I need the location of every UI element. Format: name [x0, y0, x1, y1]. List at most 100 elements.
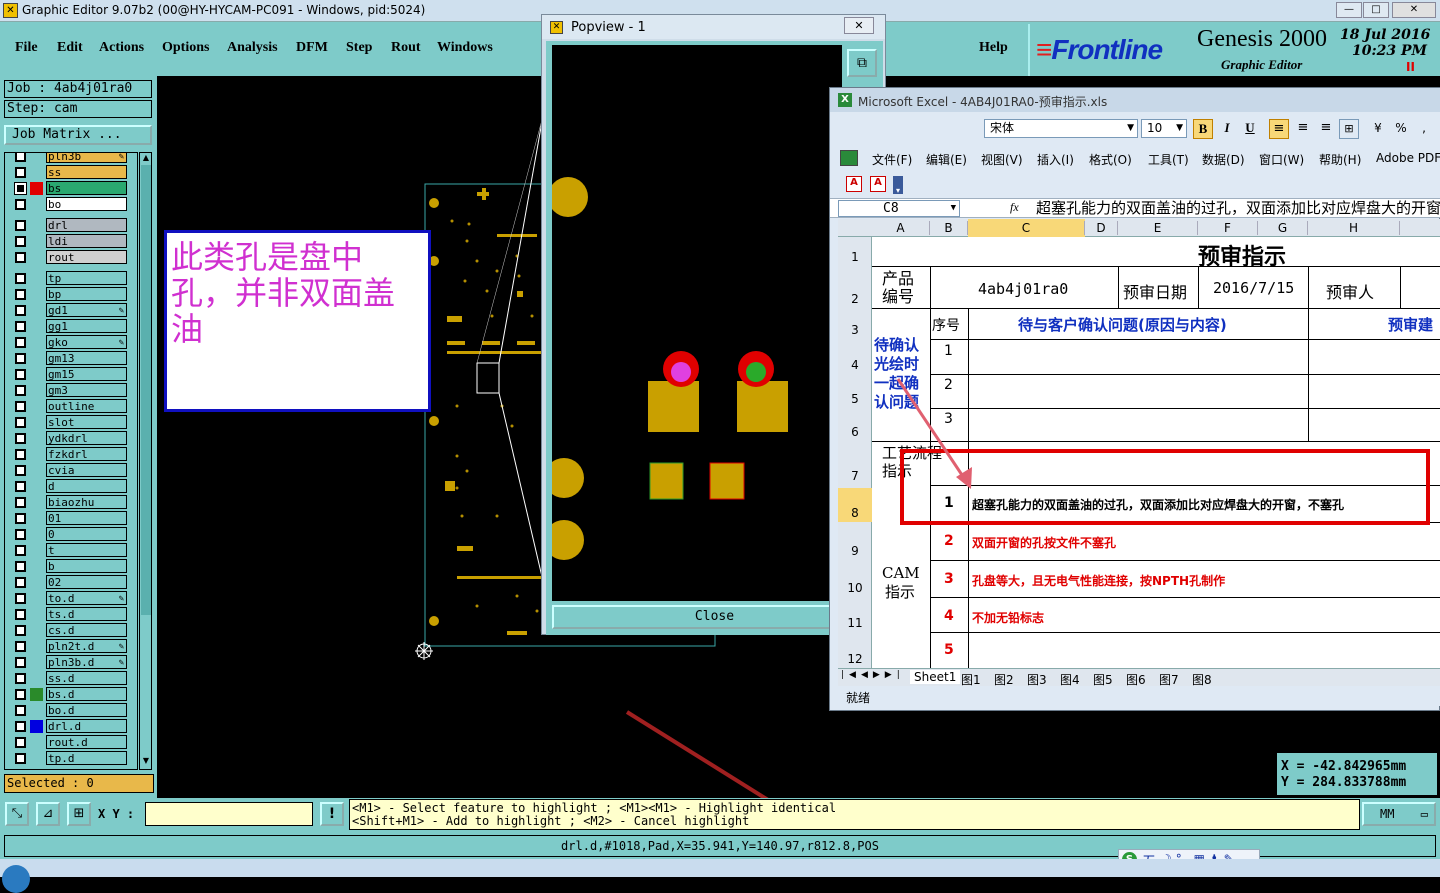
layer-row-ldi[interactable]: ldi: [13, 234, 137, 249]
layer-checkbox[interactable]: [15, 199, 26, 210]
layer-name[interactable]: gg1: [46, 319, 127, 333]
fx-icon[interactable]: fx: [1010, 200, 1019, 215]
layer-name[interactable]: t: [46, 543, 127, 557]
row-header[interactable]: 2: [838, 292, 872, 306]
layer-checkbox[interactable]: [15, 220, 26, 231]
pdf-mail-icon[interactable]: A: [870, 176, 886, 192]
align-left-icon[interactable]: ≡: [1269, 119, 1289, 139]
layer-checkbox[interactable]: [15, 273, 26, 284]
layer-name[interactable]: 0: [46, 527, 127, 541]
layer-name[interactable]: 01: [46, 511, 127, 525]
row-header[interactable]: 6: [838, 425, 872, 439]
layer-name[interactable]: gm15: [46, 367, 127, 381]
layer-checkbox[interactable]: [15, 321, 26, 332]
layer-checkbox[interactable]: [15, 449, 26, 460]
layer-checkbox[interactable]: [15, 289, 26, 300]
layer-row-bp[interactable]: bp: [13, 287, 137, 302]
layer-checkbox[interactable]: [15, 753, 26, 764]
layer-name[interactable]: bs.d: [46, 687, 127, 701]
layer-row-gg1[interactable]: gg1: [13, 319, 137, 334]
row-header[interactable]: 3: [838, 323, 872, 337]
layer-checkbox[interactable]: [15, 369, 26, 380]
column-header-h[interactable]: H: [1308, 221, 1400, 235]
excel-menu-item[interactable]: Adobe PDF: [1376, 151, 1440, 165]
alert-icon[interactable]: !: [320, 802, 344, 826]
percent-icon[interactable]: %: [1391, 119, 1411, 139]
layer-name[interactable]: pln3b.d ✎: [46, 655, 127, 669]
row-header[interactable]: 7: [838, 469, 872, 483]
row-header[interactable]: 1: [838, 250, 872, 264]
layer-name[interactable]: drl.d: [46, 719, 127, 733]
layer-checkbox[interactable]: [15, 305, 26, 316]
layer-name[interactable]: cvia: [46, 463, 127, 477]
menu-step[interactable]: Step: [346, 40, 372, 56]
layer-row-to.d[interactable]: to.d ✎: [13, 591, 137, 606]
layer-row-ydkdrl[interactable]: ydkdrl: [13, 431, 137, 446]
italic-button[interactable]: I: [1217, 119, 1237, 139]
row-header[interactable]: 12: [838, 652, 872, 666]
excel-menu-item[interactable]: 工具(T): [1148, 151, 1189, 168]
layer-checkbox[interactable]: [15, 737, 26, 748]
layer-checkbox[interactable]: [15, 497, 26, 508]
layer-name[interactable]: fzkdrl: [46, 447, 127, 461]
popview-close-icon[interactable]: ✕: [844, 17, 874, 34]
layer-checkbox[interactable]: [15, 641, 26, 652]
layer-checkbox[interactable]: [15, 577, 26, 588]
row-header[interactable]: 10: [838, 581, 872, 595]
name-box[interactable]: C8 ▼: [838, 200, 960, 217]
layer-name[interactable]: cs.d: [46, 623, 127, 637]
layer-row-rout.d[interactable]: rout.d: [13, 735, 137, 750]
layer-row-pln3b.d[interactable]: pln3b.d ✎: [13, 655, 137, 670]
layer-row-t[interactable]: t: [13, 543, 137, 558]
layer-checkbox[interactable]: [14, 182, 27, 195]
cam-instruction[interactable]: 不加无铅标志: [972, 609, 1044, 626]
column-header-g[interactable]: G: [1258, 221, 1308, 235]
column-header-c[interactable]: C: [968, 221, 1085, 235]
layer-row-ss[interactable]: ss: [13, 165, 137, 180]
layer-row-tp.d[interactable]: tp.d: [13, 751, 137, 766]
layer-name[interactable]: pln3b ✎: [46, 153, 127, 163]
layer-checkbox[interactable]: [15, 153, 26, 162]
scroll-thumb[interactable]: [141, 165, 151, 615]
layer-row-pln3b[interactable]: pln3b ✎: [13, 153, 137, 164]
layer-name[interactable]: gd1 ✎: [46, 303, 127, 317]
layer-name[interactable]: ldi: [46, 234, 127, 248]
font-size-select[interactable]: 10 ▼: [1141, 119, 1187, 138]
layer-row-gko[interactable]: gko ✎: [13, 335, 137, 350]
minimize-button[interactable]: —: [1336, 2, 1362, 18]
layer-row-01[interactable]: 01: [13, 511, 137, 526]
layer-row-ss.d[interactable]: ss.d: [13, 671, 137, 686]
layer-row-slot[interactable]: slot: [13, 415, 137, 430]
excel-menu-item[interactable]: 编辑(E): [926, 151, 967, 168]
layer-row-rout[interactable]: rout: [13, 250, 137, 265]
row-header[interactable]: 11: [838, 616, 872, 630]
layer-name[interactable]: tp.d: [46, 751, 127, 765]
layer-name[interactable]: rout.d: [46, 735, 127, 749]
currency-icon[interactable]: ¥: [1368, 119, 1388, 139]
formula-text[interactable]: 超塞孔能力的双面盖油的过孔，双面添加比对应焊盘大的开窗，不塞孔: [1036, 199, 1440, 217]
column-header-e[interactable]: E: [1118, 221, 1198, 235]
align-right-icon[interactable]: ≡: [1316, 119, 1336, 139]
layer-checkbox[interactable]: [15, 337, 26, 348]
layer-name[interactable]: ss: [46, 165, 127, 179]
layer-checkbox[interactable]: [15, 609, 26, 620]
layer-name[interactable]: drl: [46, 218, 127, 232]
tab-nav-icons[interactable]: |◀◀▶▶|: [841, 670, 905, 680]
layer-name[interactable]: ts.d: [46, 607, 127, 621]
layer-name[interactable]: rout: [46, 250, 127, 264]
layer-row-gm15[interactable]: gm15: [13, 367, 137, 382]
column-header-d[interactable]: D: [1085, 221, 1118, 235]
menu-windows[interactable]: Windows: [437, 40, 493, 56]
cam-instruction[interactable]: 孔盘等大，且无电气性能连接，按NPTH孔制作: [972, 572, 1225, 589]
layer-row-drl[interactable]: drl: [13, 218, 137, 233]
layer-checkbox[interactable]: [15, 167, 26, 178]
row-header[interactable]: 4: [838, 358, 872, 372]
layer-name[interactable]: outline: [46, 399, 127, 413]
layer-name[interactable]: gko ✎: [46, 335, 127, 349]
layer-row-drl.d[interactable]: drl.d: [13, 719, 137, 734]
layer-checkbox[interactable]: [15, 625, 26, 636]
layer-name[interactable]: slot: [46, 415, 127, 429]
help-menu[interactable]: Help: [979, 40, 1008, 56]
align-center-icon[interactable]: ≡: [1293, 119, 1313, 139]
menu-file[interactable]: File: [15, 40, 38, 56]
